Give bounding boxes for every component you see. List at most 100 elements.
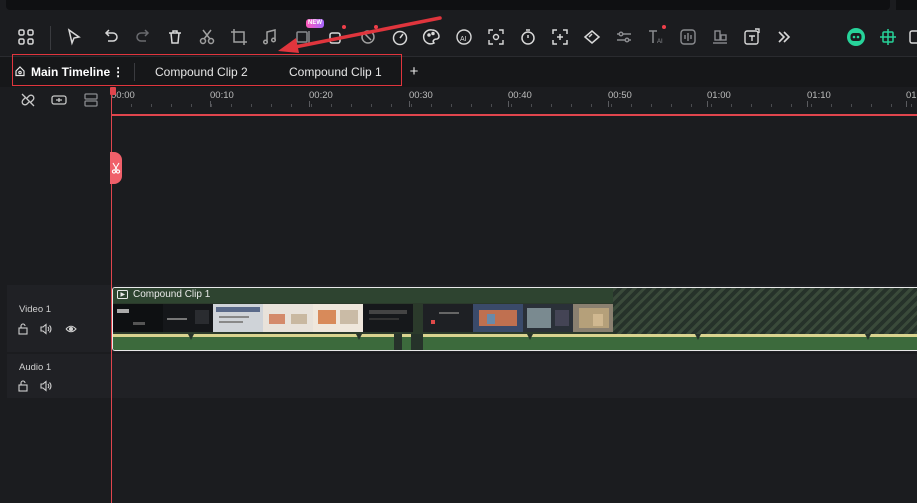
clip-audio-level — [113, 334, 917, 337]
ruler-minor-tick — [471, 104, 472, 107]
crop-icon[interactable] — [229, 27, 249, 47]
lock-icon[interactable] — [17, 380, 29, 392]
clip-empty-region — [613, 288, 917, 334]
ruler-minor-tick — [751, 104, 752, 107]
ruler-minor-tick — [911, 104, 912, 107]
clip-thumbnail — [113, 304, 163, 332]
voice-icon[interactable] — [678, 27, 698, 47]
ruler-minor-tick — [411, 104, 412, 107]
undo-icon[interactable] — [101, 27, 121, 47]
scissors-icon — [111, 162, 121, 174]
top-right-panel — [896, 0, 917, 10]
ruler-label: 00:30 — [409, 90, 433, 101]
ruler-minor-tick — [511, 104, 512, 107]
volume-icon[interactable] — [40, 323, 52, 335]
ai-icon[interactable]: AI — [454, 27, 474, 47]
ruler-minor-tick — [531, 104, 532, 107]
link-icon[interactable] — [19, 92, 37, 108]
export-icon[interactable] — [742, 27, 762, 47]
audio-track-lane[interactable] — [111, 354, 917, 398]
waveform-dip — [695, 334, 701, 340]
ruler-minor-tick — [611, 104, 612, 107]
ruler-minor-tick — [431, 104, 432, 107]
ruler-minor-tick — [811, 104, 812, 107]
visibility-icon[interactable] — [65, 323, 77, 335]
waveform-gap — [411, 334, 423, 350]
redo-icon[interactable] — [133, 27, 153, 47]
ruler-minor-tick — [551, 104, 552, 107]
ruler-tick — [906, 101, 907, 107]
add-marker-icon[interactable] — [550, 27, 570, 47]
toolbar-separator — [50, 26, 51, 50]
split-scissors-button[interactable] — [110, 152, 122, 184]
ruler-label: 00:20 — [309, 90, 333, 101]
notification-dot — [662, 25, 666, 29]
ruler-minor-tick — [151, 104, 152, 107]
pointer-icon[interactable] — [64, 27, 84, 47]
clip-thumbnail — [163, 304, 213, 332]
ruler-baseline — [111, 114, 917, 116]
group-icon[interactable] — [50, 92, 68, 108]
align-icon[interactable] — [710, 27, 730, 47]
adjust-icon[interactable] — [614, 27, 634, 47]
audio-track-header: Audio 1 — [7, 354, 111, 398]
ruler-minor-tick — [691, 104, 692, 107]
ruler-minor-tick — [671, 104, 672, 107]
lock-icon[interactable] — [17, 323, 29, 335]
compound-clip[interactable]: Compound Clip 1 — [112, 287, 917, 351]
video-clip-icon — [117, 290, 128, 299]
ruler-minor-tick — [271, 104, 272, 107]
ai-assistant-icon[interactable] — [846, 27, 866, 47]
more-icon[interactable] — [774, 27, 794, 47]
timer-icon[interactable] — [518, 27, 538, 47]
ruler-label: 01:00 — [707, 90, 731, 101]
ruler-minor-tick — [571, 104, 572, 107]
add-tab-button[interactable]: + — [407, 62, 421, 82]
ruler-label: 00:10 — [210, 90, 234, 101]
ruler-label: 00:40 — [508, 90, 532, 101]
cut-icon[interactable] — [197, 27, 217, 47]
render-icon[interactable] — [878, 27, 898, 47]
ruler-minor-tick — [211, 104, 212, 107]
top-panel — [6, 0, 890, 10]
delete-icon[interactable] — [165, 27, 185, 47]
track-manager-icon[interactable] — [82, 92, 100, 108]
screenshot-icon[interactable] — [486, 27, 506, 47]
svg-text:AI: AI — [657, 39, 663, 45]
clip-thumbnail — [313, 304, 363, 332]
waveform-dip — [356, 334, 362, 340]
clip-thumbnail — [363, 304, 413, 332]
playhead-line[interactable] — [111, 88, 112, 503]
grid-icon[interactable] — [16, 27, 36, 47]
waveform-dip — [188, 334, 194, 340]
ruler-minor-tick — [171, 104, 172, 107]
settings-icon[interactable] — [908, 27, 917, 47]
ruler-minor-tick — [391, 104, 392, 107]
ruler-minor-tick — [351, 104, 352, 107]
ruler-minor-tick — [631, 104, 632, 107]
playhead-handle[interactable] — [110, 87, 116, 95]
ruler-minor-tick — [851, 104, 852, 107]
ruler-minor-tick — [491, 104, 492, 107]
ruler-minor-tick — [651, 104, 652, 107]
video-track-label: Video 1 — [19, 304, 52, 315]
time-ruler[interactable]: 00:00 00:10 00:20 00:30 00:40 00:50 01:0… — [111, 87, 917, 114]
clip-thumbnail — [213, 304, 263, 332]
ruler-label: 00:50 — [608, 90, 632, 101]
volume-icon[interactable] — [40, 380, 52, 392]
ruler-tick — [309, 101, 310, 107]
ruler-minor-tick — [311, 104, 312, 107]
motion-icon[interactable] — [582, 27, 602, 47]
ruler-tick — [807, 101, 808, 107]
text-ai-icon[interactable]: AI — [646, 27, 666, 47]
ruler-label: 01:10 — [807, 90, 831, 101]
waveform-dip — [865, 334, 871, 340]
audio-track-label: Audio 1 — [19, 362, 52, 373]
ruler-minor-tick — [891, 104, 892, 107]
clip-thumbnail — [473, 304, 523, 332]
ruler-minor-tick — [871, 104, 872, 107]
clip-thumbnail — [263, 304, 313, 332]
waveform-dip — [527, 334, 533, 340]
ruler-minor-tick — [291, 104, 292, 107]
ruler-minor-tick — [711, 104, 712, 107]
